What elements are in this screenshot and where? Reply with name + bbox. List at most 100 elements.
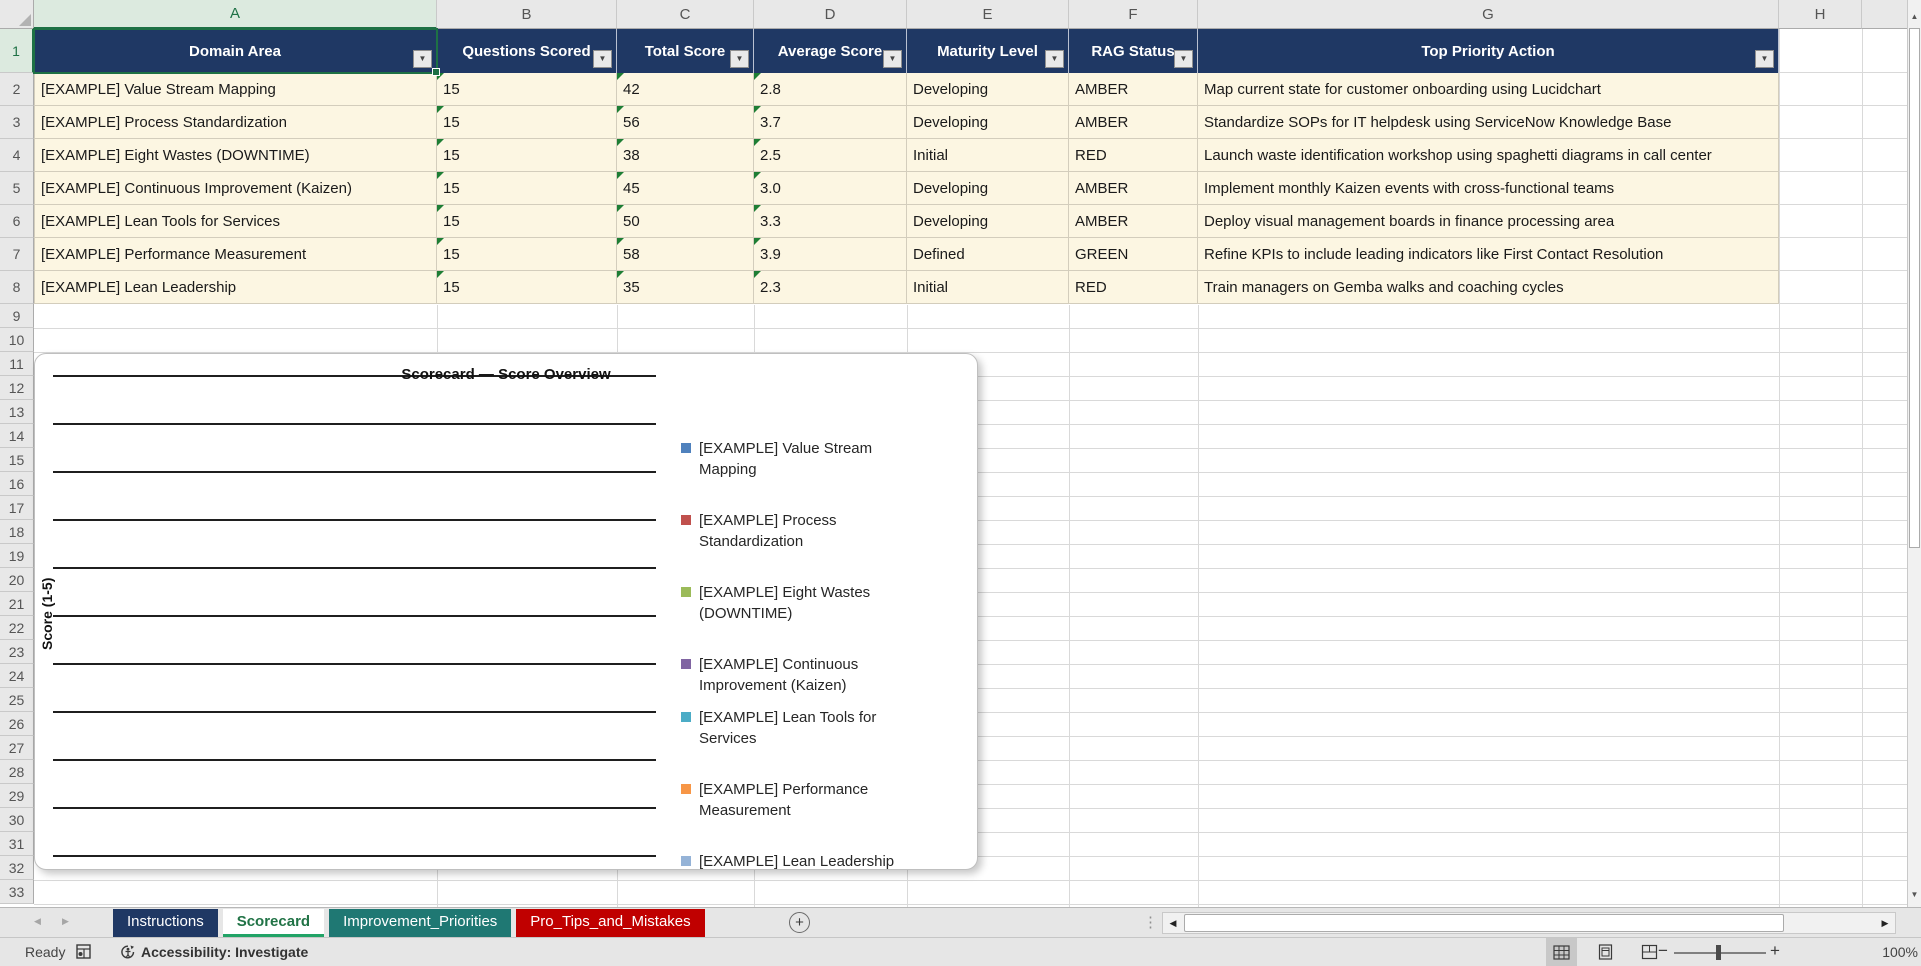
column-header[interactable]: G: [1198, 0, 1779, 29]
row-header[interactable]: 17: [0, 496, 34, 520]
cell-domain-area[interactable]: [EXAMPLE] Process Standardization: [34, 106, 437, 139]
row-header[interactable]: 22: [0, 616, 34, 640]
cell-total-score[interactable]: 50: [617, 205, 754, 238]
scroll-up-icon[interactable]: ▲: [1908, 12, 1921, 21]
cell-rag-status[interactable]: GREEN: [1069, 238, 1198, 271]
filter-button[interactable]: ▼: [593, 50, 612, 68]
row-header[interactable]: 23: [0, 640, 34, 664]
row-header[interactable]: 18: [0, 520, 34, 544]
cell-questions-scored[interactable]: 15: [437, 205, 617, 238]
row-header[interactable]: 11: [0, 352, 34, 376]
filter-button[interactable]: ▼: [1045, 50, 1064, 68]
cell-top-priority-action[interactable]: Launch waste identification workshop usi…: [1198, 139, 1779, 172]
row-header[interactable]: 20: [0, 568, 34, 592]
filter-button[interactable]: ▼: [1174, 50, 1193, 68]
horizontal-scrollbar[interactable]: ◀ ▶: [1162, 912, 1896, 934]
cell-questions-scored[interactable]: 15: [437, 238, 617, 271]
column-header[interactable]: B: [437, 0, 617, 29]
table-header-cell[interactable]: Total Score ▼: [617, 29, 754, 73]
filter-button[interactable]: ▼: [883, 50, 902, 68]
macro-record-icon[interactable]: [76, 944, 91, 964]
cell-total-score[interactable]: 56: [617, 106, 754, 139]
row-header[interactable]: 9: [0, 304, 34, 328]
cell-rag-status[interactable]: AMBER: [1069, 73, 1198, 106]
tab-scroll-right-icon[interactable]: ▶: [62, 916, 69, 927]
legend-item[interactable]: [EXAMPLE] Value Stream Mapping: [681, 438, 913, 480]
cell-top-priority-action[interactable]: Train managers on Gemba walks and coachi…: [1198, 271, 1779, 304]
row-header[interactable]: 8: [0, 271, 34, 304]
table-header-cell[interactable]: Questions Scored ▼: [437, 29, 617, 73]
table-header-cell[interactable]: Domain Area ▼: [34, 29, 437, 73]
legend-item[interactable]: [EXAMPLE] Lean Leadership: [681, 851, 913, 872]
row-header[interactable]: 26: [0, 712, 34, 736]
cell-questions-scored[interactable]: 15: [437, 271, 617, 304]
column-header[interactable]: E: [907, 0, 1069, 29]
cell-rag-status[interactable]: AMBER: [1069, 106, 1198, 139]
tab-splitter-grip[interactable]: ⋮: [1143, 913, 1158, 931]
row-header[interactable]: 30: [0, 808, 34, 832]
row-header[interactable]: 5: [0, 172, 34, 205]
cell-average-score[interactable]: 2.3: [754, 271, 907, 304]
filter-button[interactable]: ▼: [413, 50, 432, 68]
table-header-cell[interactable]: Maturity Level ▼: [907, 29, 1069, 73]
cell-maturity-level[interactable]: Initial: [907, 271, 1069, 304]
column-header[interactable]: D: [754, 0, 907, 29]
row-header[interactable]: 10: [0, 328, 34, 352]
cell-top-priority-action[interactable]: Map current state for customer onboardin…: [1198, 73, 1779, 106]
row-header[interactable]: 29: [0, 784, 34, 808]
row-header[interactable]: 33: [0, 880, 34, 904]
cell-domain-area[interactable]: [EXAMPLE] Performance Measurement: [34, 238, 437, 271]
cell-domain-area[interactable]: [EXAMPLE] Value Stream Mapping: [34, 73, 437, 106]
scroll-right-icon[interactable]: ▶: [1875, 913, 1895, 933]
cell-average-score[interactable]: 3.0: [754, 172, 907, 205]
column-header[interactable]: H: [1779, 0, 1862, 29]
row-header[interactable]: 24: [0, 664, 34, 688]
select-all-corner[interactable]: [0, 0, 34, 29]
row-header[interactable]: 16: [0, 472, 34, 496]
row-header[interactable]: 3: [0, 106, 34, 139]
cell-maturity-level[interactable]: Developing: [907, 106, 1069, 139]
vertical-scrollbar-thumb[interactable]: [1909, 28, 1920, 548]
legend-item[interactable]: [EXAMPLE] Eight Wastes (DOWNTIME): [681, 582, 913, 624]
cell-top-priority-action[interactable]: Implement monthly Kaizen events with cro…: [1198, 172, 1779, 205]
cell-questions-scored[interactable]: 15: [437, 106, 617, 139]
legend-item[interactable]: [EXAMPLE] Process Standardization: [681, 510, 913, 552]
cell-total-score[interactable]: 58: [617, 238, 754, 271]
table-header-cell[interactable]: RAG Status ▼: [1069, 29, 1198, 73]
cell-domain-area[interactable]: [EXAMPLE] Eight Wastes (DOWNTIME): [34, 139, 437, 172]
filter-button[interactable]: ▼: [1755, 50, 1774, 68]
sheet-tab[interactable]: Pro_Tips_and_Mistakes: [516, 909, 705, 937]
vertical-scrollbar[interactable]: ▲ ▼: [1907, 0, 1921, 907]
horizontal-scrollbar-thumb[interactable]: [1184, 914, 1784, 932]
legend-item[interactable]: [EXAMPLE] Lean Tools for Services: [681, 707, 913, 749]
sheet-tab[interactable]: Improvement_Priorities: [329, 909, 512, 937]
cell-top-priority-action[interactable]: Deploy visual management boards in finan…: [1198, 205, 1779, 238]
view-page-layout-button[interactable]: [1588, 938, 1622, 966]
sheet-tab[interactable]: Instructions: [113, 909, 218, 937]
cell-total-score[interactable]: 45: [617, 172, 754, 205]
cell-average-score[interactable]: 3.9: [754, 238, 907, 271]
row-header[interactable]: 31: [0, 832, 34, 856]
row-header[interactable]: 21: [0, 592, 34, 616]
table-header-cell[interactable]: Top Priority Action ▼: [1198, 29, 1779, 73]
row-header[interactable]: 32: [0, 856, 34, 880]
cell-rag-status[interactable]: AMBER: [1069, 172, 1198, 205]
filter-button[interactable]: ▼: [730, 50, 749, 68]
column-header[interactable]: F: [1069, 0, 1198, 29]
add-sheet-button[interactable]: +: [789, 912, 810, 933]
cell-rag-status[interactable]: RED: [1069, 139, 1198, 172]
cell-maturity-level[interactable]: Developing: [907, 172, 1069, 205]
tab-scroll-left-icon[interactable]: ◀: [34, 916, 41, 927]
cell-average-score[interactable]: 2.8: [754, 73, 907, 106]
row-header[interactable]: 14: [0, 424, 34, 448]
chart-scorecard-overview[interactable]: Scorecard — Score Overview Score (1-5) […: [34, 353, 978, 870]
zoom-level-label[interactable]: 100%: [1878, 944, 1918, 960]
cell-average-score[interactable]: 3.7: [754, 106, 907, 139]
cell-maturity-level[interactable]: Initial: [907, 139, 1069, 172]
legend-item[interactable]: [EXAMPLE] Continuous Improvement (Kaizen…: [681, 654, 913, 696]
row-header[interactable]: 1: [0, 29, 34, 73]
zoom-out-button[interactable]: −: [1658, 941, 1668, 961]
table-header-cell[interactable]: Average Score ▼: [754, 29, 907, 73]
cell-maturity-level[interactable]: Developing: [907, 205, 1069, 238]
legend-item[interactable]: [EXAMPLE] Performance Measurement: [681, 779, 913, 821]
